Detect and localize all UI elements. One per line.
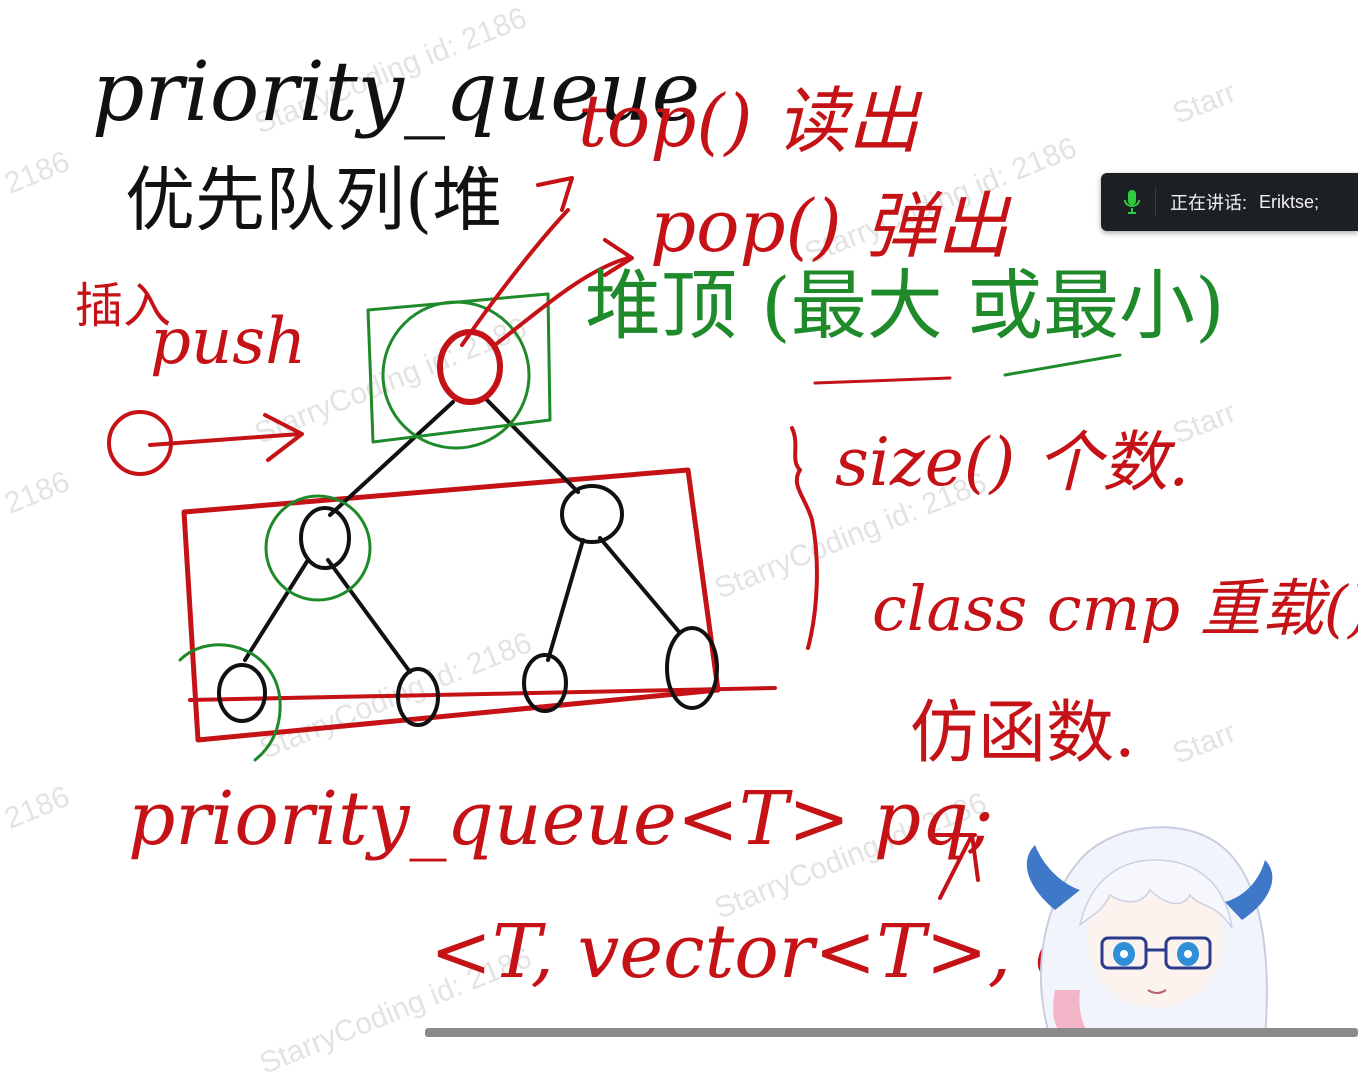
node-left: [299, 506, 351, 570]
horizontal-scrollbar[interactable]: [425, 1028, 1358, 1037]
node-right-right: [665, 626, 719, 710]
speaking-label: 正在讲话:: [1170, 193, 1248, 213]
node-right: [560, 484, 624, 544]
title-chinese: 优先队列(堆: [125, 159, 503, 241]
size-label: size() 个数.: [835, 424, 1190, 501]
toast-divider: [1155, 187, 1156, 217]
tree-nodes: [217, 329, 719, 727]
declaration-label: priority_queue<T> pq;: [128, 776, 994, 862]
node-root: [437, 329, 503, 405]
heap-top-label: 堆顶 (最大 或最小): [585, 261, 1225, 350]
speaking-notification: 正在讲话: Eriktse;: [1101, 173, 1358, 231]
node-left-left: [217, 663, 267, 723]
functor-label: 仿函数.: [910, 694, 1136, 773]
microphone-icon: [1115, 173, 1149, 231]
push-label: push: [150, 305, 307, 379]
top-label: top() 读出: [578, 79, 920, 163]
vtuber-avatar: [1026, 826, 1273, 1037]
size-brace: [790, 426, 819, 650]
node-right-left: [522, 653, 568, 713]
class-cmp-label: class cmp 重载(): [872, 572, 1358, 645]
speaker-name: Eriktse;: [1259, 191, 1320, 212]
pop-label: pop() 弹出: [650, 184, 1009, 268]
